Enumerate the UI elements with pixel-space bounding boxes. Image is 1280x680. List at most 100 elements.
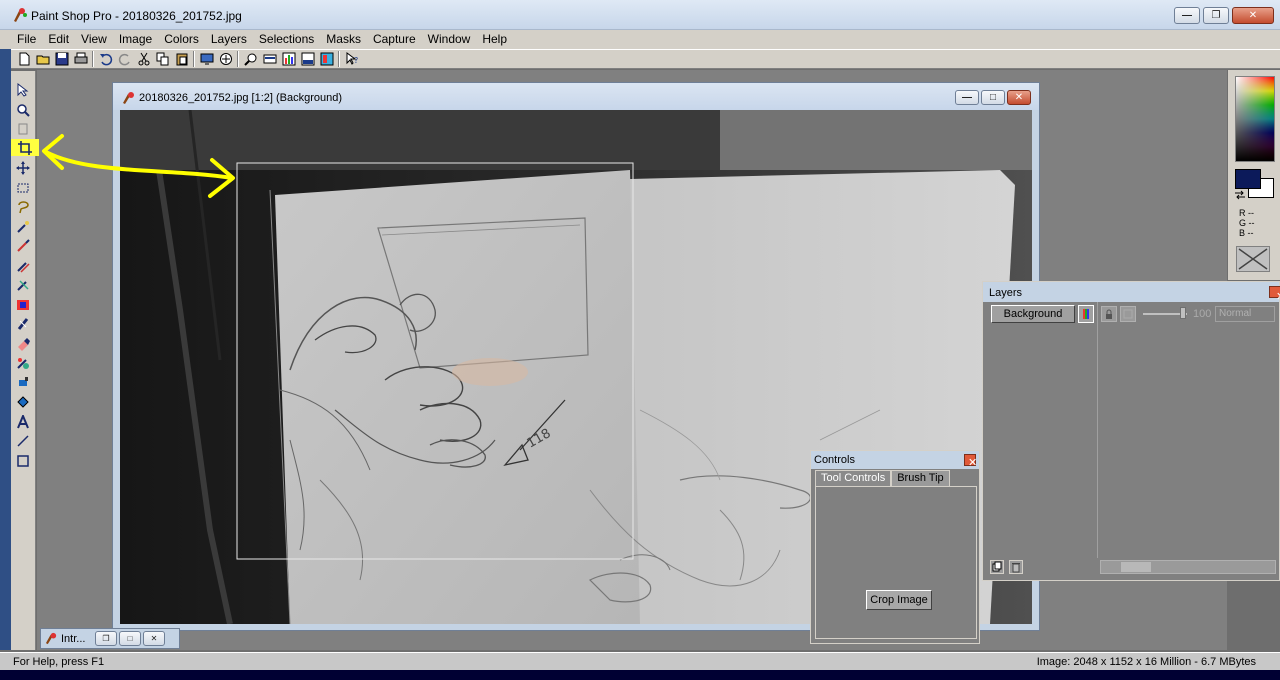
layers-title-bar[interactable]: Layers ✕	[983, 282, 1280, 303]
picture-tube-tool[interactable]	[14, 354, 32, 371]
eraser-tool[interactable]	[14, 335, 32, 352]
menu-masks[interactable]: Masks	[320, 30, 367, 49]
opacity-slider-thumb[interactable]	[1180, 307, 1186, 319]
clone-brush-tool[interactable]	[14, 257, 32, 274]
paint-shop-pro-icon	[14, 8, 27, 22]
arrow-tool[interactable]	[14, 81, 32, 98]
red-value: R --	[1239, 208, 1254, 218]
menu-colors[interactable]: Colors	[158, 30, 205, 49]
selection-tool-icon	[17, 183, 29, 192]
open-button[interactable]	[33, 51, 52, 68]
save-button[interactable]	[52, 51, 71, 68]
swap-colors-icon[interactable]	[1234, 190, 1246, 200]
text-tool[interactable]	[14, 413, 32, 430]
layers-title: Layers	[989, 287, 1023, 299]
color-palette-button[interactable]	[298, 51, 317, 68]
scrollbar-thumb[interactable]	[1121, 562, 1151, 572]
minimized-maximize-button[interactable]: □	[119, 631, 141, 646]
minimize-button[interactable]: —	[1174, 7, 1200, 24]
copy-button[interactable]	[153, 51, 172, 68]
mover-tool[interactable]	[14, 159, 32, 176]
menu-window[interactable]: Window	[422, 30, 477, 49]
minimized-restore-button[interactable]: ❐	[95, 631, 117, 646]
controls-panel: Controls ✕ Tool Controls Brush Tip Crop …	[810, 450, 980, 644]
layer-mask-button[interactable]	[1120, 306, 1136, 322]
image-close-button[interactable]: ✕	[1007, 90, 1031, 105]
layers-close-button[interactable]: ✕	[1269, 286, 1280, 303]
preset-shapes-tool[interactable]	[14, 452, 32, 469]
close-icon: ✕	[1276, 292, 1280, 303]
foreground-color-swatch[interactable]	[1235, 169, 1261, 189]
lock-icon	[1106, 309, 1112, 319]
layers-horizontal-scrollbar[interactable]	[1100, 560, 1276, 574]
new-layer-button[interactable]	[990, 560, 1004, 574]
tab-tool-controls[interactable]: Tool Controls	[815, 470, 892, 486]
freehand-tool[interactable]	[14, 198, 32, 215]
crop-image-button[interactable]: Crop Image	[866, 590, 932, 610]
layer-background-button[interactable]: Background	[991, 305, 1075, 323]
selection-tool[interactable]	[14, 179, 32, 196]
dropper-tool[interactable]	[14, 218, 32, 235]
paint-brush-tool[interactable]	[14, 237, 32, 254]
menu-image[interactable]: Image	[113, 30, 158, 49]
restore-icon: ❐	[102, 634, 110, 643]
deform-tool[interactable]	[14, 120, 32, 137]
zoom-icon	[243, 53, 256, 66]
new-button[interactable]	[14, 51, 33, 68]
close-button[interactable]: ✕	[1232, 7, 1274, 24]
dropper-tool-icon	[17, 220, 29, 233]
controls-close-button[interactable]: ✕	[964, 454, 977, 469]
print-button[interactable]	[71, 51, 90, 68]
layer-lock-button[interactable]	[1101, 306, 1117, 322]
tab-brush-tip[interactable]: Brush Tip	[891, 470, 950, 486]
scratch-remover-tool[interactable]	[14, 315, 32, 332]
menu-view[interactable]: View	[75, 30, 113, 49]
minimized-close-button[interactable]: ✕	[143, 631, 165, 646]
image-window-title-bar[interactable]: 20180326_201752.jpg [1:2] (Background) —…	[113, 83, 1039, 110]
maximize-button[interactable]: ❐	[1203, 7, 1229, 24]
layer-visibility-toggle[interactable]	[1078, 305, 1094, 323]
crop-tool[interactable]	[11, 139, 39, 156]
flood-fill-tool[interactable]	[14, 393, 32, 410]
menu-selections[interactable]: Selections	[253, 30, 320, 49]
context-help-button[interactable]: ?	[342, 51, 361, 68]
cut-button[interactable]	[134, 51, 153, 68]
maximize-icon: □	[127, 634, 133, 643]
browse-button[interactable]	[216, 51, 235, 68]
delete-layer-button[interactable]	[1009, 560, 1023, 574]
minimize-icon: —	[962, 92, 972, 103]
help-hint: For Help, press F1	[13, 656, 105, 668]
color-replacer-tool[interactable]	[14, 276, 32, 293]
menu-capture[interactable]: Capture	[367, 30, 422, 49]
image-minimize-button[interactable]: —	[955, 90, 979, 105]
minimized-window[interactable]: Intr... ❐ □ ✕	[40, 628, 180, 649]
transparent-swatch[interactable]	[1236, 246, 1270, 272]
menu-layers[interactable]: Layers	[205, 30, 253, 49]
zoom-tool[interactable]	[14, 101, 32, 118]
null-color-icon	[1238, 248, 1268, 270]
histogram-button[interactable]	[279, 51, 298, 68]
image-window-title: 20180326_201752.jpg [1:2] (Background)	[139, 92, 343, 104]
toolbar-toggle-button[interactable]	[260, 51, 279, 68]
undo-button[interactable]	[96, 51, 115, 68]
retouch-tool-icon	[17, 299, 29, 310]
airbrush-tool[interactable]	[14, 374, 32, 391]
toolbar-separator	[237, 51, 239, 67]
menu-edit[interactable]: Edit	[42, 30, 75, 49]
paste-button[interactable]	[172, 51, 191, 68]
menu-file[interactable]: File	[11, 30, 42, 49]
airbrush-tool-icon	[19, 376, 28, 386]
zoom-button[interactable]	[241, 51, 260, 68]
draw-tool[interactable]	[14, 432, 32, 449]
menu-help[interactable]: Help	[476, 30, 513, 49]
layers-palette-button[interactable]	[317, 51, 336, 68]
close-icon: ✕	[1248, 10, 1258, 21]
image-maximize-button[interactable]: □	[981, 90, 1005, 105]
undo-icon	[99, 53, 112, 66]
controls-title-bar[interactable]: Controls ✕	[811, 451, 979, 469]
color-spectrum[interactable]	[1235, 76, 1275, 162]
retouch-tool[interactable]	[14, 296, 32, 313]
full-screen-button[interactable]	[197, 51, 216, 68]
redo-button[interactable]	[115, 51, 134, 68]
blend-mode-select[interactable]: Normal	[1215, 306, 1275, 322]
